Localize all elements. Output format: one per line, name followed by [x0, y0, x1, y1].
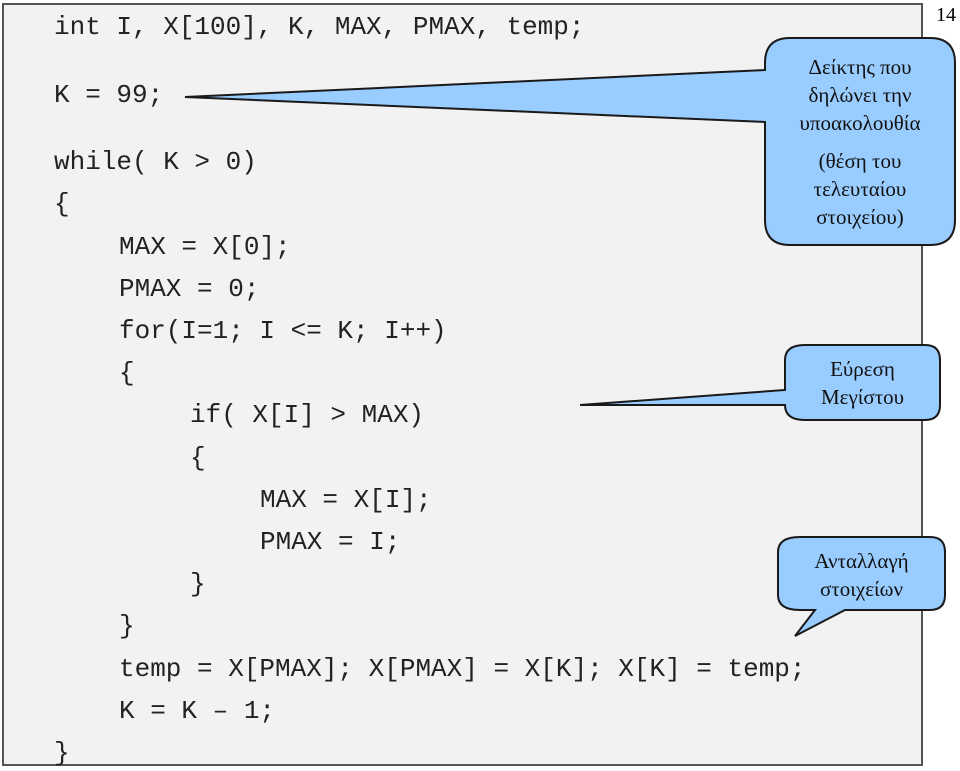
- callout-line: στοιχείων: [819, 577, 903, 601]
- callout-index-pointer: Δείκτης που δηλώνει την υποακολουθία (θέ…: [770, 53, 950, 231]
- callout-find-max: Εύρεση Μεγίστου: [785, 355, 940, 411]
- callout-line: δηλώνει την: [808, 83, 912, 107]
- callout-line: Ανταλλαγή: [814, 549, 909, 573]
- callout-line: Δείκτης που: [808, 55, 912, 79]
- callout-line: τελευταίου: [813, 177, 907, 201]
- callout-line: Εύρεση: [830, 357, 895, 381]
- callout-line: (θέση του: [818, 149, 902, 173]
- callout-line: στοιχείου): [816, 205, 904, 229]
- callout-line: Μεγίστου: [820, 385, 905, 409]
- callout-swap: Ανταλλαγή στοιχείων: [778, 547, 945, 603]
- callout-line: υποακολουθία: [799, 111, 921, 135]
